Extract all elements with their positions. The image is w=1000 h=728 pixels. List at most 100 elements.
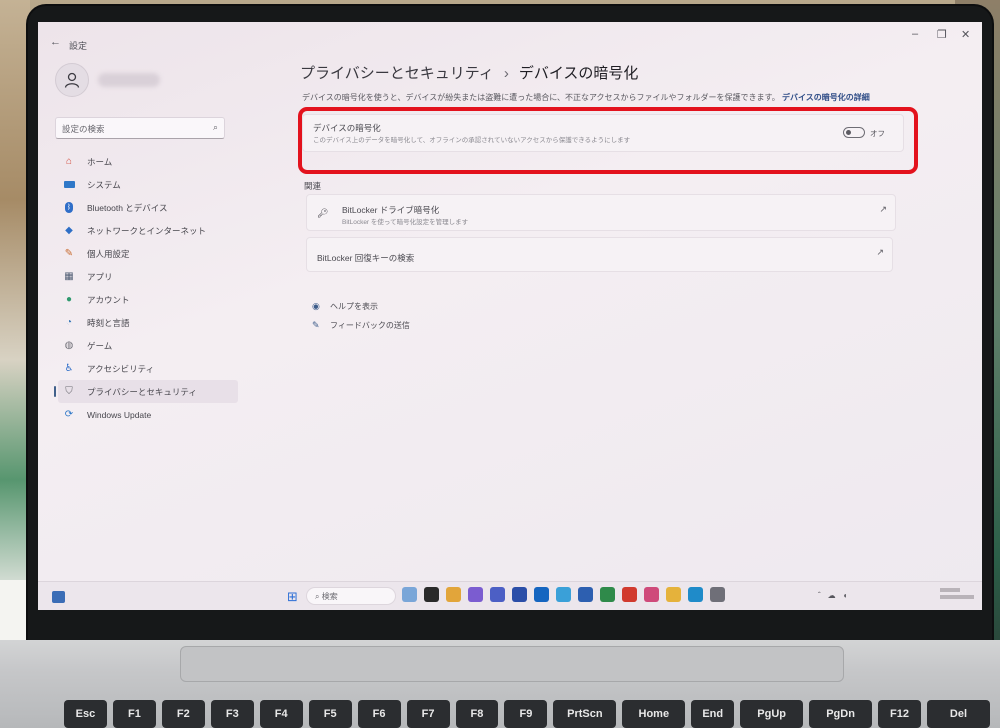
chevron-up-icon[interactable]: ˆ — [818, 591, 821, 600]
help-link-label: フィードバックの送信 — [330, 321, 410, 330]
sidebar-item-home[interactable]: ⌂ ホーム — [58, 150, 238, 173]
accessibility-icon: ♿ — [64, 363, 74, 374]
person-icon: ● — [65, 294, 73, 305]
sidebar-item-label: Windows Update — [87, 409, 152, 420]
key[interactable]: F12 — [878, 700, 921, 728]
bluetooth-icon: ᛒ — [65, 202, 73, 213]
back-button[interactable]: ← — [50, 36, 61, 48]
excel-icon[interactable] — [600, 587, 615, 602]
explorer-icon[interactable] — [446, 587, 461, 602]
sidebar-item-windows-update[interactable]: ⟳ Windows Update — [58, 403, 238, 426]
bitlocker-recovery-key-link[interactable]: BitLocker 回復キーの検索 ↗ — [306, 237, 893, 272]
sidebar-item-accounts[interactable]: ● アカウント — [58, 288, 238, 311]
key[interactable]: PgDn — [809, 700, 873, 728]
sidebar-item-label: システム — [87, 179, 121, 190]
sidebar-item-privacy-security[interactable]: ⛉ プライバシーとセキュリティ — [54, 380, 238, 403]
key[interactable]: F8 — [455, 700, 499, 728]
sidebar-item-network[interactable]: ◆ ネットワークとインターネット — [58, 219, 238, 242]
edge-icon[interactable] — [688, 587, 703, 602]
taskbar: ⊞ ⌕ 検索 ˆ ☁ ◖ — [38, 581, 982, 610]
sidebar-item-label: 個人用設定 — [87, 248, 130, 259]
sidebar-item-time-language[interactable]: ◔ 時刻と言語 — [58, 311, 238, 334]
search-input[interactable]: 設定の検索 ⌕ — [55, 117, 225, 139]
brush-icon: ✎ — [64, 248, 74, 259]
get-help-link[interactable]: ◉ ヘルプを表示 — [312, 297, 410, 316]
page-title: デバイスの暗号化 — [518, 65, 639, 82]
volume-icon[interactable]: ◖ — [843, 591, 848, 600]
photos-icon[interactable] — [556, 587, 571, 602]
learn-more-link[interactable]: デバイスの暗号化の詳細 — [782, 93, 870, 102]
related-title: BitLocker ドライブ暗号化 — [342, 205, 440, 215]
sidebar-nav: ⌂ ホーム システム ᛒ Bluetooth とデバイス ◆ ネットワークとイン… — [54, 150, 238, 426]
help-icon: ◉ — [312, 301, 320, 311]
update-icon: ⟳ — [64, 409, 74, 420]
title-bar: ← 設定 – ❐ ✕ — [38, 22, 982, 52]
weather-icon[interactable]: ☁ — [828, 591, 836, 600]
youtube-icon[interactable] — [622, 587, 637, 602]
red-highlight-box — [298, 107, 918, 174]
start-icon[interactable]: ⊞ — [287, 589, 298, 605]
clock[interactable] — [940, 588, 974, 599]
key[interactable]: Del — [927, 700, 990, 728]
shield-icon: ⛉ — [65, 386, 73, 397]
copilot-icon[interactable] — [468, 587, 483, 602]
laptop-hinge — [180, 646, 844, 682]
key[interactable]: F7 — [406, 700, 450, 728]
key[interactable]: F1 — [112, 700, 156, 728]
widgets-icon[interactable] — [52, 591, 65, 603]
key[interactable]: PrtScn — [553, 700, 617, 728]
give-feedback-link[interactable]: ✎ フィードバックの送信 — [312, 316, 410, 335]
mail-icon[interactable] — [534, 587, 549, 602]
sidebar-item-system[interactable]: システム — [58, 173, 238, 196]
sidebar-item-label: ゲーム — [87, 340, 113, 351]
sidebar-item-apps[interactable]: ▦ アプリ — [58, 265, 238, 288]
taskbar-search[interactable]: ⌕ 検索 — [306, 587, 396, 605]
sidebar-item-label: ホーム — [87, 156, 113, 167]
media-icon[interactable] — [644, 587, 659, 602]
sidebar-item-label: ネットワークとインターネット — [87, 225, 207, 236]
key[interactable]: F5 — [308, 700, 352, 728]
settings-window: ← 設定 – ❐ ✕ 設定の検索 ⌕ ⌂ ホーム システム ᛒ Bluetoot… — [38, 22, 982, 610]
search-icon: ⌕ — [315, 592, 322, 601]
key[interactable]: F3 — [210, 700, 254, 728]
feedback-icon: ✎ — [312, 320, 320, 330]
key[interactable]: F9 — [504, 700, 548, 728]
key[interactable]: Esc — [64, 700, 107, 728]
settings-icon[interactable] — [710, 587, 725, 602]
maximize-icon[interactable]: ❐ — [937, 28, 947, 41]
search-icon: ⌕ — [212, 122, 218, 132]
help-links: ◉ ヘルプを表示 ✎ フィードバックの送信 — [312, 297, 410, 335]
page-description: デバイスの暗号化を使うと、デバイスが紛失または盗難に遭った場合に、不正なアクセス… — [302, 92, 942, 103]
key[interactable]: F4 — [259, 700, 303, 728]
wifi-icon: ◆ — [65, 225, 73, 236]
task-view-icon[interactable] — [424, 587, 439, 602]
bitlocker-drive-encryption-link[interactable]: 🔑︎ BitLocker ドライブ暗号化 BitLocker を使って暗号化設定… — [306, 194, 896, 231]
breadcrumb-parent[interactable]: プライバシーとセキュリティ — [300, 65, 494, 82]
related-heading: 関連 — [304, 181, 322, 191]
close-icon[interactable]: ✕ — [961, 28, 970, 41]
external-link-icon: ↗ — [879, 204, 887, 214]
sidebar-item-accessibility[interactable]: ♿ アクセシビリティ — [58, 357, 238, 380]
store-icon[interactable] — [512, 587, 527, 602]
taskbar-apps — [402, 587, 725, 602]
sidebar-item-label: 時刻と言語 — [87, 317, 130, 328]
sidebar-item-gaming[interactable]: ◍ ゲーム — [58, 334, 238, 357]
key[interactable]: Home — [622, 700, 686, 728]
app-icon[interactable] — [402, 587, 417, 602]
word-icon[interactable] — [578, 587, 593, 602]
avatar[interactable] — [55, 63, 89, 97]
folder-icon[interactable] — [666, 587, 681, 602]
teams-icon[interactable] — [490, 587, 505, 602]
key[interactable]: PgUp — [740, 700, 804, 728]
description-text: デバイスの暗号化を使うと、デバイスが紛失または盗難に遭った場合に、不正なアクセス… — [302, 93, 780, 102]
person-icon — [64, 72, 80, 88]
key[interactable]: F2 — [161, 700, 205, 728]
key[interactable]: End — [691, 700, 735, 728]
account-name-blurred — [98, 73, 160, 87]
minimize-icon[interactable]: – — [912, 28, 918, 40]
taskbar-search-label: 検索 — [321, 592, 338, 601]
key[interactable]: F6 — [357, 700, 401, 728]
apps-icon: ▦ — [64, 271, 74, 282]
sidebar-item-bluetooth[interactable]: ᛒ Bluetooth とデバイス — [58, 196, 238, 219]
sidebar-item-personalization[interactable]: ✎ 個人用設定 — [58, 242, 238, 265]
